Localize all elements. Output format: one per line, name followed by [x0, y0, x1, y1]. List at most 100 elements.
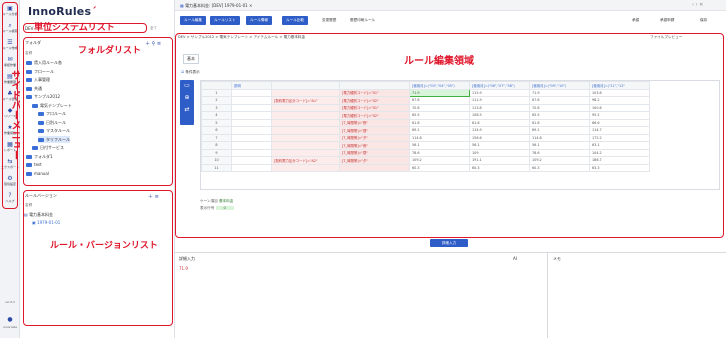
table-row[interactable]: 11 60.3 60.3 60.3 63.3: [201, 163, 650, 172]
window-tab[interactable]: ▦ 電力基本料金: [DEV] 1979-01-01 ×: [180, 3, 252, 9]
folder-item[interactable]: 入事管理: [26, 76, 50, 83]
row-note[interactable]: [231, 156, 272, 165]
cond-cell-1[interactable]: [271, 148, 340, 157]
split-divider[interactable]: [547, 253, 548, 338]
value-cell[interactable]: 109.2: [529, 156, 590, 165]
row-note[interactable]: [231, 163, 272, 172]
value-cell[interactable]: 104.2: [589, 148, 650, 157]
breadcrumb-item[interactable]: サンプル2012: [191, 35, 214, 39]
value-cell[interactable]: 103.6: [589, 88, 650, 97]
value-cell[interactable]: 78.6: [529, 148, 590, 157]
table-row[interactable]: 3 [電力種別コード]="01" 70.8 113.8 70.8 100.6: [201, 103, 650, 112]
value-cell[interactable]: 63.1: [589, 141, 650, 150]
table-row[interactable]: 7 [T_時間帯]="夕" 114.8 156.6 114.8 172.2: [201, 133, 650, 142]
cond-cell-1[interactable]: [271, 111, 340, 120]
column-header[interactable]: [使用月]=("03","04","05"): [409, 81, 470, 90]
value-cell[interactable]: 186.7: [589, 156, 650, 165]
folder-item[interactable]: フロルール: [38, 110, 66, 117]
value-cell[interactable]: 71.9: [409, 88, 470, 97]
value-cell[interactable]: 60.3: [529, 163, 590, 172]
folder-item[interactable]: manual: [26, 170, 49, 177]
value-cell[interactable]: 109.2: [409, 156, 470, 165]
value-cell[interactable]: 67.6: [409, 96, 470, 105]
cond-cell-2[interactable]: [T_時間帯]="夜": [339, 141, 410, 150]
cond-cell-2[interactable]: [電力種別コード]="02": [339, 96, 410, 105]
rule-edit-button[interactable]: ルール編集: [180, 16, 206, 25]
value-cell[interactable]: 71.9: [529, 88, 590, 97]
cond-cell-2[interactable]: [339, 163, 410, 172]
column-header[interactable]: [201, 81, 232, 90]
cond-cell-1[interactable]: [271, 103, 340, 112]
cond-cell-1[interactable]: [271, 141, 340, 150]
detail-value[interactable]: 71.9: [179, 266, 188, 271]
table-row[interactable]: 4 [電力種別コード]="02" 65.5 108.5 65.5 95.2: [201, 111, 650, 120]
value-cell[interactable]: 60.3: [409, 163, 470, 172]
value-cell[interactable]: 114.8: [409, 133, 470, 142]
cond-cell-2[interactable]: [T_時間帯]="夕": [339, 156, 410, 165]
file-preview-link[interactable]: ファイルプレビュー: [650, 35, 682, 40]
folder-item[interactable]: 日別ルール: [38, 119, 66, 126]
folder-toolbar-icons[interactable]: ＋ ⚲ ≡: [145, 40, 161, 47]
folder-item[interactable]: 賃入用ルール各: [26, 59, 62, 66]
folder-item[interactable]: サンプル2012: [26, 93, 60, 100]
folder-item[interactable]: タリフルール: [38, 135, 70, 143]
approve-apply-button[interactable]: 承認申請: [660, 16, 674, 25]
value-cell[interactable]: 114.9: [469, 126, 530, 135]
cond-cell-2[interactable]: [T_時間帯]="夜": [339, 118, 410, 127]
cond-cell-1[interactable]: [271, 88, 340, 97]
folder-item[interactable]: フローール: [26, 68, 54, 75]
cond-cell-1[interactable]: [271, 118, 340, 127]
folder-item[interactable]: 共通: [26, 85, 42, 92]
value-cell[interactable]: 61.6: [469, 118, 530, 127]
row-note[interactable]: [231, 111, 272, 120]
print-history-button[interactable]: 履歴印刷ルール: [350, 16, 375, 25]
row-note[interactable]: [231, 103, 272, 112]
breadcrumb-item[interactable]: 電気テンプレート: [220, 35, 249, 39]
table-row[interactable]: 8 [T_時間帯]="夜" 56.1 56.1 56.1 63.1: [201, 141, 650, 150]
value-cell[interactable]: 172.2: [589, 133, 650, 142]
cond-cell-2[interactable]: [T_時間帯]="昼": [339, 126, 410, 135]
value-cell[interactable]: 191.1: [469, 156, 530, 165]
value-cell[interactable]: 63.3: [589, 163, 650, 172]
cond-cell-1[interactable]: [契約電力区分コード]="A1": [271, 96, 340, 105]
value-cell[interactable]: 156.6: [469, 133, 530, 142]
folder-item[interactable]: マスタルール: [38, 127, 70, 134]
column-header[interactable]: [使用月]=("06","07","08"): [469, 81, 530, 90]
detail-input-button[interactable]: 詳細入力: [430, 239, 468, 247]
cond-cell-2[interactable]: [T_時間帯]="夕": [339, 133, 410, 142]
value-cell[interactable]: 67.6: [529, 96, 590, 105]
tab-close-icon[interactable]: ×: [249, 3, 252, 8]
value-cell[interactable]: 111.9: [469, 96, 530, 105]
table-row[interactable]: 10 [契約電力区分コード]="A2" [T_時間帯]="夕" 109.2 191.1 1…: [201, 156, 650, 165]
subtab-basic[interactable]: 基本: [183, 54, 199, 64]
folder-item[interactable]: 電気テンプレート: [32, 102, 72, 109]
column-header[interactable]: [271, 81, 340, 90]
value-cell[interactable]: 61.6: [409, 118, 470, 127]
folder-item[interactable]: フォルダ1: [26, 153, 53, 160]
value-cell[interactable]: 95.2: [589, 111, 650, 120]
column-header[interactable]: [使用月]=("09","10"): [529, 81, 590, 90]
cond-cell-2[interactable]: [電力種別コード]="02": [339, 111, 410, 120]
cond-cell-2[interactable]: [T_時間帯]="昼": [339, 148, 410, 157]
value-cell[interactable]: 114.7: [589, 126, 650, 135]
cond-cell-1[interactable]: [271, 133, 340, 142]
value-cell[interactable]: 109: [469, 148, 530, 157]
value-cell[interactable]: 70.8: [409, 103, 470, 112]
rule-info-button[interactable]: ルール情報: [246, 16, 272, 25]
cond-cell-1[interactable]: [271, 163, 340, 172]
rule-compare-button[interactable]: ルール比較: [282, 16, 308, 25]
value-cell[interactable]: 78.6: [409, 148, 470, 157]
history-button[interactable]: 変更履歴: [322, 16, 336, 25]
column-header[interactable]: [339, 81, 410, 90]
value-cell[interactable]: 69.1: [409, 126, 470, 135]
value-cell[interactable]: 113.8: [469, 103, 530, 112]
value-cell[interactable]: 115.9: [469, 88, 530, 97]
table-row[interactable]: 9 [T_時間帯]="昼" 78.6 109 78.6 104.2: [201, 148, 650, 157]
row-note[interactable]: [231, 133, 272, 142]
breadcrumb-item[interactable]: アイテムルール: [253, 35, 278, 39]
folder-item[interactable]: 日付サービス: [32, 144, 64, 151]
value-cell[interactable]: 100.6: [589, 103, 650, 112]
table-row[interactable]: 6 [T_時間帯]="昼" 69.1 114.9 69.1 114.7: [201, 126, 650, 135]
ai-toggle[interactable]: AI: [513, 256, 517, 261]
value-cell[interactable]: 65.5: [409, 111, 470, 120]
